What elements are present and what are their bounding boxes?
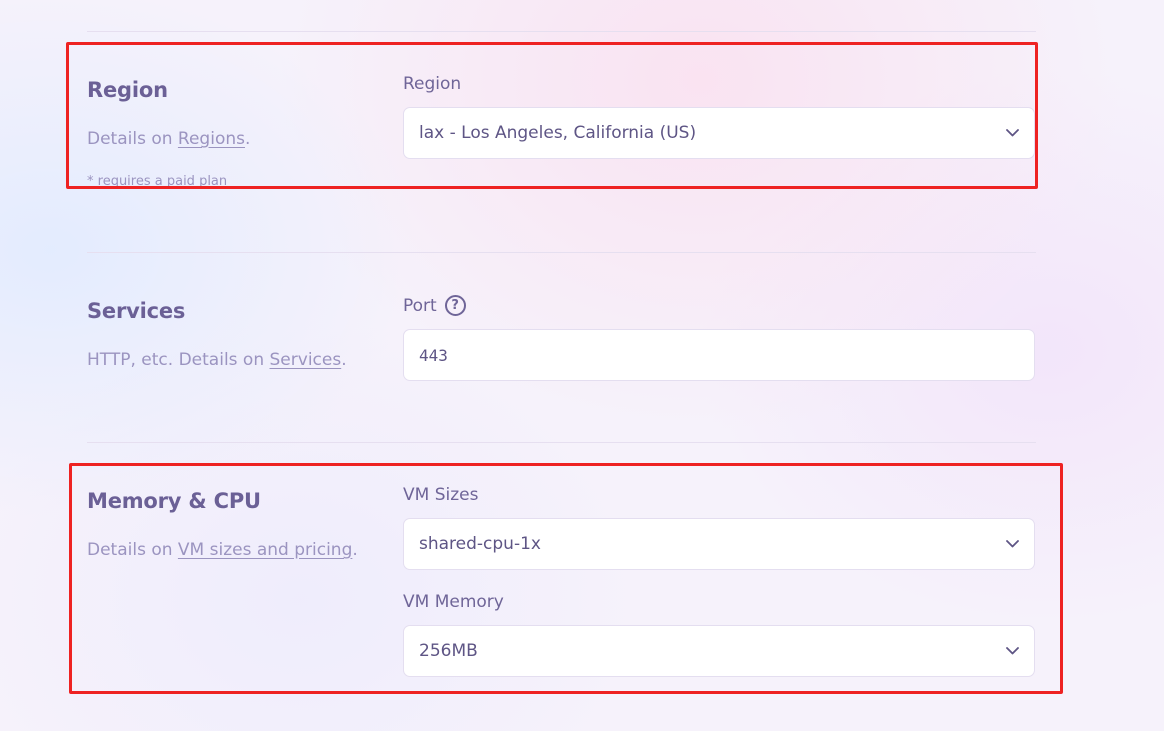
port-field-label: Port ? (403, 295, 466, 316)
divider-services-memory (87, 442, 1036, 443)
region-selected-value: lax - Los Angeles, California (US) (419, 123, 697, 143)
paid-plan-note: * requires a paid plan (87, 174, 228, 187)
memory-cpu-section-description: Details on VM sizes and pricing. (87, 540, 358, 560)
chevron-down-icon (1005, 644, 1019, 658)
memory-cpu-section-title: Memory & CPU (87, 489, 261, 513)
services-section-description: HTTP, etc. Details on Services. (87, 350, 347, 370)
divider-top (87, 31, 1036, 32)
regions-link[interactable]: Regions (178, 129, 245, 149)
question-circle-icon[interactable]: ? (444, 295, 466, 316)
region-select[interactable]: lax - Los Angeles, California (US) (403, 107, 1035, 159)
vm-sizes-field-label: VM Sizes (403, 485, 479, 505)
vm-sizes-pricing-link[interactable]: VM sizes and pricing (178, 540, 352, 560)
vm-memory-field-label: VM Memory (403, 592, 504, 612)
services-section-title: Services (87, 299, 186, 323)
port-input[interactable]: 443 (403, 329, 1035, 381)
divider-region-services (87, 252, 1036, 253)
vm-memory-selected-value: 256MB (419, 641, 478, 661)
services-link[interactable]: Services (270, 350, 342, 370)
chevron-down-icon (1005, 537, 1019, 551)
region-section-description: Details on Regions. (87, 129, 251, 149)
region-section-title: Region (87, 78, 168, 102)
region-field-label: Region (403, 74, 462, 94)
vm-sizes-selected-value: shared-cpu-1x (419, 534, 541, 554)
vm-sizes-select[interactable]: shared-cpu-1x (403, 518, 1035, 570)
chevron-down-icon (1005, 126, 1019, 140)
port-input-value: 443 (419, 345, 448, 365)
vm-memory-select[interactable]: 256MB (403, 625, 1035, 677)
